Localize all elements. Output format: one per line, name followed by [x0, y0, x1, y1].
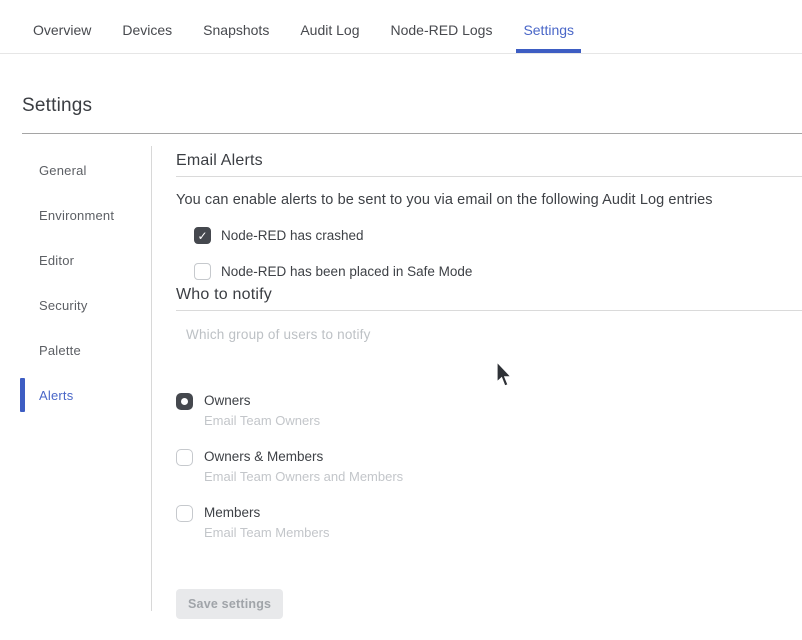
alerts-settings-panel: Email Alerts You can enable alerts to be… [152, 146, 802, 619]
tab-overview[interactable]: Overview [26, 0, 98, 53]
sidebar-item-environment[interactable]: Environment [20, 193, 151, 238]
email-alerts-description: You can enable alerts to be sent to you … [176, 192, 802, 208]
notify-radio-group: Owners Email Team Owners Owners & Member… [176, 392, 802, 541]
check-icon: ✓ [195, 228, 210, 243]
safe-mode-checkbox-label: Node-RED has been placed in Safe Mode [221, 264, 472, 279]
title-divider [22, 133, 802, 134]
sidebar-item-security[interactable]: Security [20, 283, 151, 328]
who-to-notify-heading: Who to notify [176, 286, 802, 311]
members-radio[interactable] [176, 505, 193, 522]
radio-row-owners[interactable]: Owners Email Team Owners [176, 392, 802, 429]
safe-mode-checkbox[interactable] [194, 263, 211, 280]
sidebar-item-editor[interactable]: Editor [20, 238, 151, 283]
owners-members-radio-label: Owners & Members [204, 448, 403, 465]
members-radio-label: Members [204, 504, 329, 521]
tab-audit-log[interactable]: Audit Log [293, 0, 366, 53]
owners-members-radio-description: Email Team Owners and Members [204, 468, 403, 485]
tab-snapshots[interactable]: Snapshots [196, 0, 276, 53]
settings-content: General Environment Editor Security Pale… [20, 146, 802, 619]
checkbox-row-safe-mode[interactable]: Node-RED has been placed in Safe Mode [194, 263, 802, 280]
owners-radio[interactable] [176, 393, 193, 410]
sidebar-item-palette[interactable]: Palette [20, 328, 151, 373]
owners-radio-description: Email Team Owners [204, 412, 320, 429]
radio-row-owners-members[interactable]: Owners & Members Email Team Owners and M… [176, 448, 802, 485]
project-tab-bar: Overview Devices Snapshots Audit Log Nod… [0, 0, 802, 54]
settings-sidebar: General Environment Editor Security Pale… [20, 146, 152, 611]
who-to-notify-hint: Which group of users to notify [186, 327, 802, 342]
checkbox-row-crashed[interactable]: ✓ Node-RED has crashed [194, 227, 802, 244]
radio-row-members[interactable]: Members Email Team Members [176, 504, 802, 541]
tab-node-red-logs[interactable]: Node-RED Logs [384, 0, 500, 53]
sidebar-item-alerts[interactable]: Alerts [20, 373, 151, 418]
crashed-checkbox[interactable]: ✓ [194, 227, 211, 244]
page-title: Settings [22, 95, 802, 117]
tab-settings[interactable]: Settings [516, 0, 581, 53]
members-radio-description: Email Team Members [204, 524, 329, 541]
sidebar-item-general[interactable]: General [20, 148, 151, 193]
radio-dot-icon [181, 398, 188, 405]
email-alerts-heading: Email Alerts [176, 152, 802, 177]
crashed-checkbox-label: Node-RED has crashed [221, 228, 364, 243]
owners-members-radio[interactable] [176, 449, 193, 466]
save-settings-button[interactable]: Save settings [176, 589, 283, 619]
owners-radio-label: Owners [204, 392, 320, 409]
tab-devices[interactable]: Devices [115, 0, 179, 53]
